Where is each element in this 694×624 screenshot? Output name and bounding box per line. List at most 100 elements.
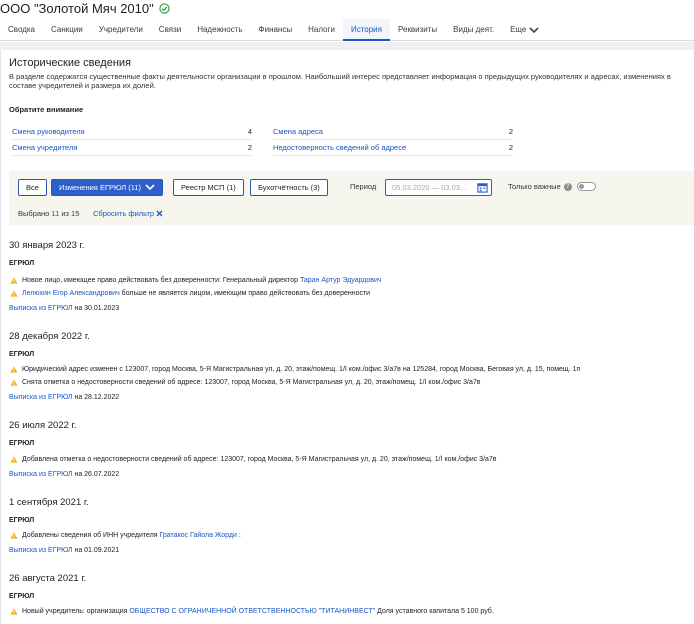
egrul-extract-link[interactable]: Выписка из ЕГРЮЛ	[9, 471, 73, 478]
verified-check-icon	[159, 3, 170, 14]
summary-row: Смена адреса 2	[273, 124, 513, 140]
event-item: Снята отметка о недостоверности сведений…	[10, 379, 481, 386]
person-link[interactable]: Лелюхин Егор Александрович	[22, 290, 120, 297]
tab-more-label: Еще	[510, 25, 527, 34]
company-name: ООО "Золотой Мяч 2010"	[0, 1, 154, 16]
tab-summary[interactable]: Сводка	[0, 19, 43, 41]
section-title: Исторические сведения	[9, 57, 131, 69]
period-label: Период	[350, 182, 377, 191]
event-source: ЕГРЮЛ	[9, 260, 35, 267]
summary-link-address-unreliable[interactable]: Недостоверность сведений об адресе	[273, 140, 406, 155]
warning-icon	[10, 608, 18, 615]
summary-row: Смена учредителя 2	[12, 140, 252, 156]
organization-link[interactable]: ОБЩЕСТВО С ОГРАНИЧЕННОЙ ОТВЕТСТВЕННОСТЬЮ…	[129, 608, 375, 615]
company-header: ООО "Золотой Мяч 2010" Сводка Санкции Уч…	[0, 0, 694, 41]
summary-link-address-change[interactable]: Смена адреса	[273, 124, 323, 139]
warning-icon	[10, 532, 18, 539]
tab-founders[interactable]: Учредители	[91, 19, 151, 41]
summary-row: Смена руководителя 4	[12, 124, 252, 140]
tab-reliability[interactable]: Надежность	[189, 19, 250, 41]
event-date: 30 января 2023 г.	[9, 240, 85, 251]
period-date-input[interactable]: 05.03.2020 — 03.03...	[385, 179, 492, 196]
warning-icon	[10, 290, 18, 297]
summary-link-founder-change[interactable]: Смена учредителя	[12, 140, 77, 155]
filter-bar: Все Изменения ЕГРЮЛ (11) Реестр МСП (1) …	[9, 171, 694, 225]
tab-more[interactable]: Еще	[502, 19, 547, 41]
tab-finances[interactable]: Финансы	[251, 19, 301, 41]
reset-filter-label: Сбросить фильтр	[93, 209, 155, 218]
egrul-extract-link[interactable]: Выписка из ЕГРЮЛ	[9, 547, 73, 554]
chevron-down-icon	[529, 26, 539, 33]
extract-date: на 30.01.2023	[74, 305, 120, 312]
summary-row: Недостоверность сведений об адресе 2	[273, 140, 513, 156]
event-item: Новое лицо, имеющее право действовать бе…	[10, 277, 382, 284]
only-important-control: Только важные ?	[508, 182, 596, 191]
event-source: ЕГРЮЛ	[9, 351, 35, 358]
person-link[interactable]: Таран Артур Эдуардович	[300, 277, 382, 284]
event-date: 1 сентября 2021 г.	[9, 497, 89, 508]
only-important-label: Только важные	[508, 182, 561, 191]
extract-date: на 01.09.2021	[74, 547, 120, 554]
calendar-icon[interactable]	[477, 182, 488, 193]
event-item: Новый учредитель: организация ОБЩЕСТВО С…	[10, 608, 494, 615]
event-text: Снята отметка о недостоверности сведений…	[22, 379, 481, 386]
selected-suffix: из 15	[61, 209, 80, 218]
extract-line: Выписка из ЕГРЮЛ на 28.12.2022	[9, 394, 119, 401]
filter-msp-button[interactable]: Реестр МСП (1)	[173, 179, 244, 196]
event-date: 28 декабря 2022 г.	[9, 331, 90, 342]
reset-filter-link[interactable]: Сбросить фильтр	[93, 209, 163, 218]
tab-taxes[interactable]: Налоги	[300, 19, 343, 41]
tab-history[interactable]: История	[342, 19, 390, 41]
event-source: ЕГРЮЛ	[9, 440, 35, 447]
history-panel: Исторические сведения В разделе содержат…	[0, 50, 694, 624]
summary-count: 2	[508, 143, 513, 152]
notice-title: Обратите внимание	[9, 105, 84, 114]
egrul-extract-link[interactable]: Выписка из ЕГРЮЛ	[9, 305, 73, 312]
event-text: больше не является лицом, имеющим право …	[119, 290, 371, 297]
event-text: Новое лицо, имеющее право действовать бе…	[22, 277, 300, 284]
event-item: Юридический адрес изменен с 123007, горо…	[10, 366, 580, 373]
summary-count: 2	[508, 127, 513, 136]
section-description: В разделе содержатся существенные факты …	[9, 72, 671, 90]
event-source: ЕГРЮЛ	[9, 517, 35, 524]
person-link[interactable]: Гратакос Гайола Жорди	[160, 532, 237, 539]
event-text: Новый учредитель: организация	[22, 608, 130, 615]
tab-sanctions[interactable]: Санкции	[43, 19, 91, 41]
filter-all-button[interactable]: Все	[18, 179, 47, 196]
event-item: Лелюхин Егор Александрович больше не явл…	[10, 290, 370, 297]
extract-date: на 28.12.2022	[74, 394, 120, 401]
tab-activities[interactable]: Виды деят.	[445, 19, 502, 41]
filter-egrul-button[interactable]: Изменения ЕГРЮЛ (11)	[51, 179, 164, 196]
selected-prefix: Выбрано	[18, 209, 50, 218]
question-icon[interactable]: ?	[563, 182, 572, 191]
event-text-after: Доля уставного капитала 5 100 руб.	[375, 608, 494, 615]
only-important-toggle[interactable]	[576, 182, 596, 191]
tab-links[interactable]: Связи	[151, 19, 189, 41]
event-item: Добавлены сведения об ИНН учредителя Гра…	[10, 532, 241, 539]
extract-date: на 26.07.2022	[74, 471, 120, 478]
event-item: Добавлена отметка о недостоверности свед…	[10, 456, 497, 463]
selected-count-info: Выбрано 11 из 15	[18, 209, 79, 218]
close-icon	[156, 210, 163, 217]
chevron-down-icon	[145, 184, 155, 191]
selected-count: 11	[51, 209, 60, 218]
page-background	[0, 42, 694, 50]
extract-line: Выписка из ЕГРЮЛ на 01.09.2021	[9, 547, 119, 554]
company-title: ООО "Золотой Мяч 2010"	[0, 1, 170, 16]
warning-icon	[10, 366, 18, 373]
event-date: 26 августа 2021 г.	[9, 573, 87, 584]
summary-link-director-change[interactable]: Смена руководителя	[12, 124, 85, 139]
warning-icon	[10, 456, 18, 463]
summary-count: 4	[247, 127, 252, 136]
event-text-after: :	[236, 532, 241, 539]
event-text: Добавлена отметка о недостоверности свед…	[22, 456, 497, 463]
egrul-extract-link[interactable]: Выписка из ЕГРЮЛ	[9, 394, 73, 401]
extract-line: Выписка из ЕГРЮЛ на 30.01.2023	[9, 305, 119, 312]
summary-count: 2	[247, 143, 252, 152]
warning-icon	[10, 379, 18, 386]
tab-bar: Сводка Санкции Учредители Связи Надежнос…	[0, 19, 547, 41]
filter-accounting-button[interactable]: Бухотчётность (3)	[250, 179, 328, 196]
notice-summary-left: Смена руководителя 4 Смена учредителя 2	[12, 124, 252, 156]
tab-requisites[interactable]: Реквизиты	[390, 19, 445, 41]
event-text: Юридический адрес изменен с 123007, горо…	[22, 366, 581, 373]
